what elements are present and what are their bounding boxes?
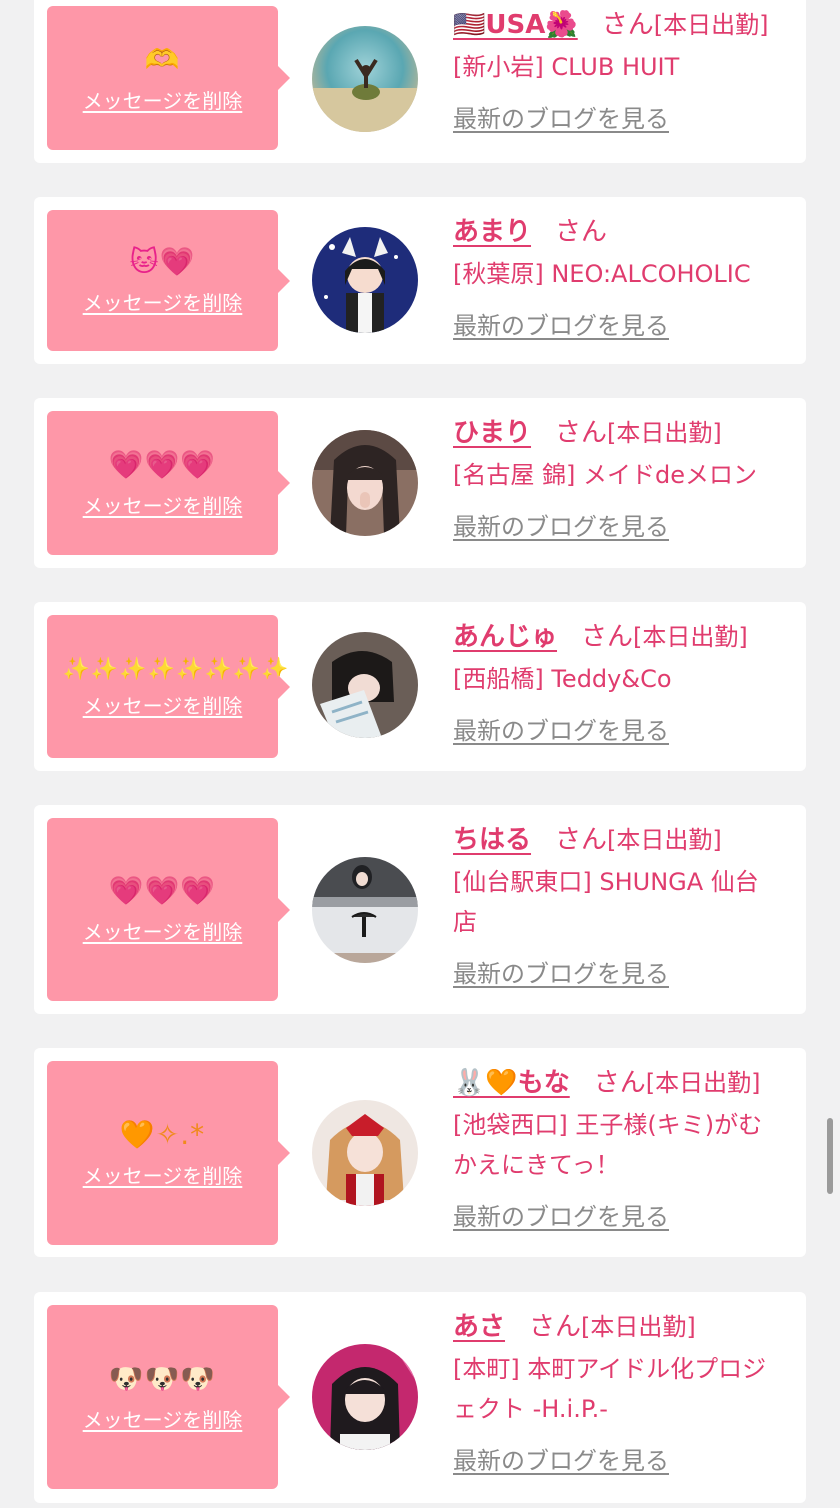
cast-name-link[interactable]: あまり	[453, 211, 531, 248]
name-row: あさ さん [本日出勤]	[453, 1306, 796, 1343]
message-bubble: 💗💗💗 メッセージを削除	[47, 411, 290, 555]
cast-name-link[interactable]: ちはる	[453, 819, 531, 856]
shop-name: [西船橋] Teddy&Co	[453, 665, 672, 693]
honorific: さん	[555, 217, 608, 247]
latest-blog-link[interactable]: 最新のブログを見る	[453, 306, 669, 341]
shop-name: [秋葉原] NEO:ALCOHOLIC	[453, 260, 751, 288]
avatar[interactable]	[312, 430, 418, 536]
latest-blog-link[interactable]: 最新のブログを見る	[453, 711, 669, 746]
cast-name-link[interactable]: 🐰🧡もな	[453, 1062, 570, 1099]
shop-name: [名古屋 錦] メイドdeメロン	[453, 461, 757, 489]
message-emoji: 💗💗💗	[108, 447, 217, 481]
message-bubble: 🫶 メッセージを削除	[47, 6, 290, 150]
shop-name: [新小岩] CLUB HUIT	[453, 53, 680, 81]
latest-blog-link[interactable]: 最新のブログを見る	[453, 1197, 669, 1232]
name-row: あんじゅ さん [本日出勤]	[453, 616, 796, 653]
latest-blog-link[interactable]: 最新のブログを見る	[453, 954, 669, 989]
message-card: 🫶 メッセージを削除 🇺🇸USA🌺 さん [本日出勤] [新小岩] CLUB H…	[34, 0, 806, 163]
work-status: [本日出勤]	[633, 623, 748, 651]
message-emoji: ✨✨✨✨✨✨✨✨	[62, 657, 290, 682]
message-card: 💗💗💗 メッセージを削除 ちはる さん [本日出勤] [仙台駅東口] SHUNG…	[34, 805, 806, 1014]
honorific: さん	[529, 1312, 582, 1342]
cast-name-link[interactable]: あんじゅ	[453, 616, 557, 653]
cast-info: ちはる さん [本日出勤] [仙台駅東口] SHUNGA 仙台店 最新のブログを…	[453, 819, 796, 989]
avatar[interactable]	[312, 26, 418, 132]
delete-message-link[interactable]: メッセージを削除	[83, 1404, 243, 1433]
cast-info: あまり さん [秋葉原] NEO:ALCOHOLIC 最新のブログを見る	[453, 211, 796, 341]
avatar[interactable]	[312, 857, 418, 963]
message-card: 💗💗💗 メッセージを削除 ひまり さん [本日出勤] [名古屋 錦] メイドde…	[34, 398, 806, 568]
avatar-cosplay-photo	[312, 1100, 418, 1206]
message-bubble: 🧡✧.* メッセージを削除	[47, 1061, 290, 1245]
delete-message-link[interactable]: メッセージを削除	[83, 287, 243, 316]
avatar-beach-photo	[312, 26, 418, 132]
cast-info: 🇺🇸USA🌺 さん [本日出勤] [新小岩] CLUB HUIT 最新のブログを…	[453, 4, 796, 134]
message-bubble: 💗💗💗 メッセージを削除	[47, 818, 290, 1001]
name-row: 🇺🇸USA🌺 さん [本日出勤]	[453, 4, 796, 41]
shop-name: [本町] 本町アイドル化プロジェクト -H.i.P.-	[453, 1355, 767, 1423]
work-status: [本日出勤]	[581, 1313, 696, 1341]
cast-name-link[interactable]: 🇺🇸USA🌺	[453, 10, 578, 40]
delete-message-link[interactable]: メッセージを削除	[83, 690, 243, 719]
avatar-girl-photo	[312, 430, 418, 536]
name-row: 🐰🧡もな さん [本日出勤]	[453, 1062, 796, 1099]
delete-message-link[interactable]: メッセージを削除	[83, 85, 243, 114]
honorific: さん	[593, 1068, 646, 1098]
work-status: [本日出勤]	[645, 1069, 761, 1097]
delete-message-link[interactable]: メッセージを削除	[83, 916, 243, 945]
message-bubble: 🐱💗 メッセージを削除	[47, 210, 290, 351]
message-emoji: 🐶🐶🐶	[108, 1361, 217, 1395]
cast-name-link[interactable]: あさ	[453, 1306, 505, 1343]
message-card: ✨✨✨✨✨✨✨✨ メッセージを削除 あんじゅ さん [本日出勤] [西船橋] T…	[34, 602, 806, 771]
avatar-book-photo	[312, 632, 418, 738]
avatar-maid-photo	[312, 227, 418, 333]
message-emoji: 💗💗💗	[108, 874, 217, 907]
shop-name: [仙台駅東口] SHUNGA 仙台店	[453, 868, 759, 936]
message-emoji: 🧡✧.*	[119, 1117, 206, 1151]
message-card: 🐱💗 メッセージを削除 あまり さん [秋葉原] NEO:ALCOHOLIC 最…	[34, 197, 806, 364]
honorific: さん	[601, 10, 654, 40]
latest-blog-link[interactable]: 最新のブログを見る	[453, 99, 669, 134]
work-status: [本日出勤]	[607, 419, 722, 447]
message-card: 🐶🐶🐶 メッセージを削除 あさ さん [本日出勤] [本町] 本町アイドル化プロ…	[34, 1292, 806, 1503]
honorific: さん	[555, 418, 608, 448]
avatar[interactable]	[312, 632, 418, 738]
cast-info: 🐰🧡もな さん [本日出勤] [池袋西口] 王子様(キミ)がむかえにきてっ！ 最…	[453, 1062, 796, 1232]
avatar[interactable]	[312, 1100, 418, 1206]
name-row: ちはる さん [本日出勤]	[453, 819, 796, 856]
honorific: さん	[581, 622, 634, 652]
message-emoji: 🫶	[144, 42, 181, 76]
cast-info: あんじゅ さん [本日出勤] [西船橋] Teddy&Co 最新のブログを見る	[453, 616, 796, 746]
latest-blog-link[interactable]: 最新のブログを見る	[453, 1441, 669, 1476]
scrollbar-thumb[interactable]	[827, 1118, 833, 1194]
avatar[interactable]	[312, 1344, 418, 1450]
cast-name-link[interactable]: ひまり	[453, 412, 531, 449]
delete-message-link[interactable]: メッセージを削除	[83, 490, 243, 519]
work-status: [本日出勤]	[607, 826, 722, 854]
message-bubble: 🐶🐶🐶 メッセージを削除	[47, 1305, 290, 1489]
shop-name: [池袋西口] 王子様(キミ)がむかえにきてっ！	[453, 1111, 763, 1179]
cast-info: あさ さん [本日出勤] [本町] 本町アイドル化プロジェクト -H.i.P.-…	[453, 1306, 796, 1476]
message-emoji: 🐱💗	[129, 245, 196, 278]
name-row: あまり さん	[453, 211, 796, 248]
honorific: さん	[555, 825, 608, 855]
message-card: 🧡✧.* メッセージを削除 🐰🧡もな さん [本日出勤] [池袋西口] 王子様(…	[34, 1048, 806, 1257]
work-status: [本日出勤]	[653, 11, 769, 39]
avatar[interactable]	[312, 227, 418, 333]
name-row: ひまり さん [本日出勤]	[453, 412, 796, 449]
message-bubble: ✨✨✨✨✨✨✨✨ メッセージを削除	[47, 615, 290, 758]
avatar-snow-photo	[312, 857, 418, 963]
latest-blog-link[interactable]: 最新のブログを見る	[453, 507, 669, 542]
cast-info: ひまり さん [本日出勤] [名古屋 錦] メイドdeメロン 最新のブログを見る	[453, 412, 796, 542]
delete-message-link[interactable]: メッセージを削除	[83, 1160, 243, 1189]
avatar-idol-photo	[312, 1344, 418, 1450]
